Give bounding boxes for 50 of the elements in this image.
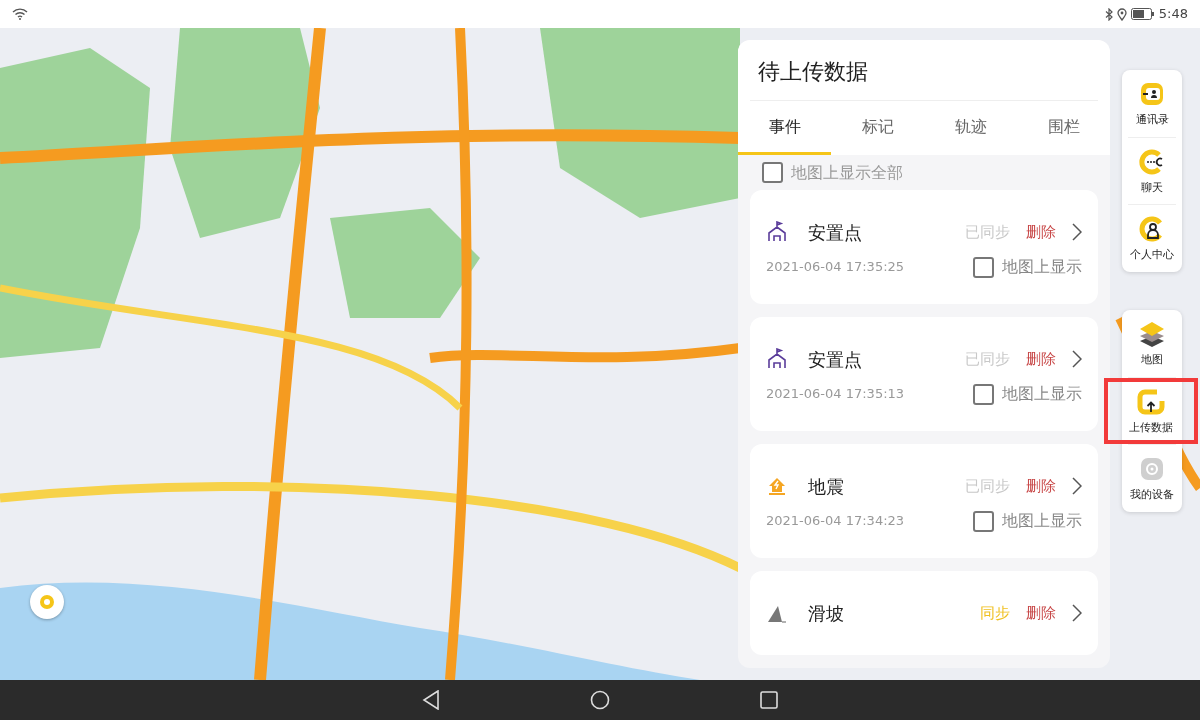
delete-button[interactable]: 删除: [1026, 474, 1056, 498]
home-icon[interactable]: [590, 690, 610, 710]
show-on-map-label: 地图上显示: [1002, 383, 1082, 405]
battery-icon: [1130, 8, 1155, 20]
chevron-right-icon[interactable]: [1072, 477, 1082, 495]
back-icon[interactable]: [422, 690, 440, 710]
show-all-label: 地图上显示全部: [791, 161, 903, 184]
upload-icon: [1137, 387, 1165, 416]
chevron-right-icon[interactable]: [1072, 604, 1082, 622]
sidebar-item[interactable]: 地图: [1122, 310, 1182, 377]
shelter-icon: [766, 221, 788, 243]
recents-icon[interactable]: [760, 691, 778, 709]
tab[interactable]: 围栏: [1017, 101, 1110, 155]
timestamp: 2021-06-04 17:34:23: [766, 512, 905, 531]
sidebar-item[interactable]: 聊天: [1122, 137, 1182, 204]
device-icon: [1138, 455, 1166, 483]
event-name: 安置点: [808, 220, 863, 245]
sidebar-item[interactable]: 通讯录: [1122, 70, 1182, 137]
event-name: 滑坡: [808, 601, 845, 626]
timestamp: 2021-06-04 17:35:25: [766, 258, 905, 277]
show-on-map-label: 地图上显示: [1002, 510, 1082, 532]
show-on-map-label: 地图上显示: [1002, 256, 1082, 278]
event-name: 安置点: [808, 347, 863, 372]
sidebar-item[interactable]: 个人中心: [1122, 205, 1182, 272]
event-name: 地震: [808, 474, 845, 499]
sidebar-item[interactable]: 上传数据: [1104, 377, 1198, 444]
location-icon: [1116, 7, 1127, 21]
chevron-right-icon[interactable]: [1072, 350, 1082, 368]
panel-title: 待上传数据: [757, 58, 869, 86]
layers-icon: [1138, 320, 1166, 348]
checkbox[interactable]: [762, 162, 783, 183]
crosshair-icon: [37, 592, 57, 612]
wifi-icon: [12, 8, 28, 20]
checkbox[interactable]: [973, 510, 994, 532]
tab[interactable]: 事件: [738, 101, 831, 155]
contacts-icon: [1138, 80, 1166, 108]
tab[interactable]: 轨迹: [924, 101, 1017, 155]
delete-button[interactable]: 删除: [1026, 347, 1056, 371]
checkbox[interactable]: [973, 383, 994, 405]
tab[interactable]: 标记: [831, 101, 924, 155]
shelter-icon: [766, 348, 788, 370]
house-icon: [766, 475, 788, 497]
delete-button[interactable]: 删除: [1026, 601, 1056, 625]
chevron-right-icon[interactable]: [1072, 223, 1082, 241]
timestamp: 2021-06-04 17:35:13: [766, 385, 905, 404]
clock-time: 5:48: [1158, 5, 1188, 24]
delete-button[interactable]: 删除: [1026, 220, 1056, 244]
sidebar-item[interactable]: 我的设备: [1122, 445, 1182, 512]
bluetooth-icon: [1104, 7, 1113, 21]
checkbox[interactable]: [973, 256, 994, 278]
